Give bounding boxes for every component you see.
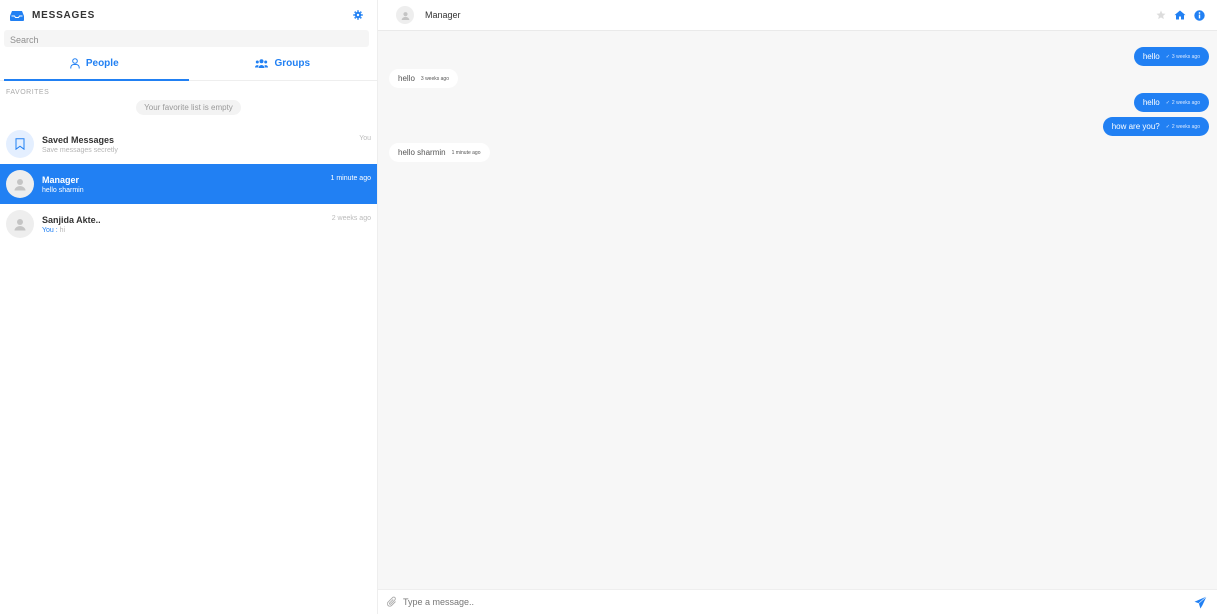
inbox-icon bbox=[10, 10, 24, 21]
tab-people-label: People bbox=[85, 58, 119, 69]
contact-name: Manager bbox=[42, 174, 80, 185]
contact-subtitle-prefix: You : bbox=[42, 226, 58, 234]
user-avatar-icon bbox=[6, 210, 34, 238]
paperclip-icon[interactable] bbox=[386, 596, 398, 608]
tab-people[interactable]: People bbox=[0, 47, 189, 81]
contact-time: 1 minute ago bbox=[330, 175, 371, 182]
message-list: hello ✓ 3 weeks ago hello 3 weeks ago he… bbox=[378, 31, 1217, 589]
sidebar: MESSAGES People Groups FAVORI bbox=[0, 0, 378, 614]
tab-groups[interactable]: Groups bbox=[189, 47, 378, 80]
sidebar-header: MESSAGES bbox=[0, 0, 377, 30]
contact-time: You bbox=[359, 135, 371, 142]
message-text: hello bbox=[1142, 98, 1160, 107]
sidebar-title-wrap: MESSAGES bbox=[10, 10, 95, 21]
message-composer bbox=[378, 589, 1217, 614]
user-avatar-icon[interactable] bbox=[396, 6, 414, 24]
sidebar-title: MESSAGES bbox=[32, 9, 96, 21]
contact-tabs: People Groups bbox=[0, 47, 377, 81]
info-icon[interactable] bbox=[1194, 9, 1205, 21]
search-input[interactable] bbox=[4, 31, 369, 49]
search-box bbox=[4, 30, 369, 49]
check-icon: ✓ bbox=[1165, 99, 1170, 106]
user-icon bbox=[70, 58, 80, 69]
message-text: hello sharmin bbox=[398, 148, 446, 157]
contact-subtitle: Save messages secretly bbox=[42, 146, 118, 154]
message-time: ✓ 2 weeks ago bbox=[1166, 100, 1200, 106]
check-icon: ✓ bbox=[1165, 123, 1170, 130]
messenger-app: MESSAGES People Groups FAVORI bbox=[0, 0, 1217, 614]
contact-info: Sanjida Akte.. You : hi bbox=[42, 215, 101, 234]
contact-name: Saved Messages bbox=[42, 134, 115, 145]
contact-saved-messages[interactable]: Saved Messages Save messages secretly Yo… bbox=[0, 124, 377, 164]
message-outgoing[interactable]: how are you? ✓ 2 weeks ago bbox=[1102, 117, 1209, 136]
chat-header: Manager bbox=[378, 0, 1217, 31]
bookmark-icon bbox=[6, 130, 34, 158]
message-outgoing[interactable]: hello ✓ 3 weeks ago bbox=[1133, 47, 1209, 66]
check-icon: ✓ bbox=[1165, 53, 1170, 60]
users-icon bbox=[255, 59, 269, 68]
favorites-label: FAVORITES bbox=[6, 89, 50, 96]
message-input[interactable] bbox=[403, 597, 1194, 607]
message-time-text: 1 minute ago bbox=[451, 149, 481, 156]
message-outgoing[interactable]: hello ✓ 2 weeks ago bbox=[1133, 93, 1209, 112]
message-text: hello bbox=[1142, 52, 1160, 61]
tab-groups-label: Groups bbox=[274, 58, 311, 69]
contact-time: 2 weeks ago bbox=[331, 215, 371, 222]
chat-panel: Manager hello ✓ 3 weeks ago hello 3 week… bbox=[378, 0, 1217, 614]
message-time: ✓ 2 weeks ago bbox=[1166, 124, 1200, 130]
gear-icon[interactable] bbox=[351, 8, 365, 22]
contact-subtitle: hello sharmin bbox=[42, 186, 84, 194]
favorites-empty-message: Your favorite list is empty bbox=[136, 100, 241, 115]
message-incoming[interactable]: hello sharmin 1 minute ago bbox=[389, 143, 490, 162]
message-time-text: 3 weeks ago bbox=[1171, 53, 1200, 60]
chat-header-actions bbox=[1156, 9, 1205, 21]
message-text: how are you? bbox=[1111, 122, 1160, 131]
send-icon[interactable] bbox=[1194, 595, 1207, 609]
contact-info: Manager hello sharmin bbox=[42, 175, 84, 194]
message-incoming[interactable]: hello 3 weeks ago bbox=[389, 69, 458, 88]
message-time-text: 2 weeks ago bbox=[1171, 99, 1200, 106]
favorites-empty-wrap: Your favorite list is empty bbox=[0, 100, 377, 115]
contact-manager[interactable]: Manager hello sharmin 1 minute ago bbox=[0, 164, 377, 204]
contact-name: Sanjida Akte.. bbox=[42, 214, 101, 225]
message-time: ✓ 3 weeks ago bbox=[1166, 54, 1200, 60]
contact-subtitle: hi bbox=[59, 226, 66, 234]
user-avatar-icon bbox=[6, 170, 34, 198]
chat-header-name: Manager bbox=[425, 10, 461, 20]
star-icon[interactable] bbox=[1156, 10, 1166, 20]
message-time-text: 3 weeks ago bbox=[420, 75, 449, 82]
contact-info: Saved Messages Save messages secretly bbox=[42, 135, 118, 154]
message-time: 1 minute ago bbox=[452, 150, 481, 156]
message-time-text: 2 weeks ago bbox=[1171, 123, 1200, 130]
message-text: hello bbox=[398, 74, 415, 83]
contact-sanjida[interactable]: Sanjida Akte.. You : hi 2 weeks ago bbox=[0, 204, 377, 244]
message-time: 3 weeks ago bbox=[421, 76, 449, 82]
home-icon[interactable] bbox=[1174, 10, 1186, 20]
contact-subtitle-wrap: You : hi bbox=[42, 227, 101, 234]
